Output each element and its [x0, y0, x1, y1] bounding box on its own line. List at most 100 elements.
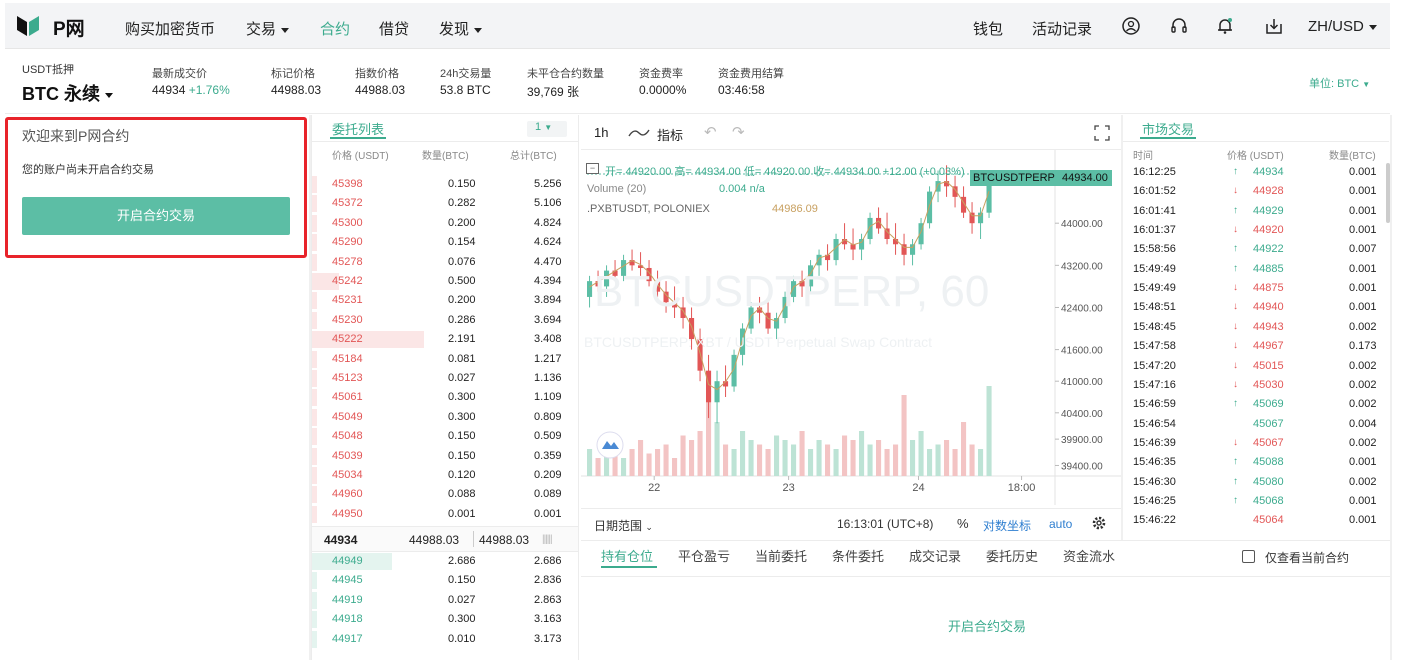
ask-depth-bar [312, 195, 317, 213]
settings-gear-icon[interactable] [1091, 515, 1107, 531]
fullscreen-icon[interactable] [1094, 125, 1110, 141]
bid-row[interactable]: 44919 0.027 2.863 [312, 591, 578, 610]
ask-row[interactable]: 45049 0.300 0.809 [312, 408, 578, 427]
unit-selector[interactable]: 单位: BTC ▼ [1309, 75, 1370, 91]
ask-row[interactable]: 44950 0.001 0.001 [312, 505, 578, 524]
open-futures-button[interactable]: 开启合约交易 [22, 197, 290, 235]
auto-scale-toggle[interactable]: auto [1049, 517, 1072, 531]
bid-depth-bar [312, 591, 317, 609]
logo-text[interactable]: P网 [53, 14, 85, 41]
indicators-button[interactable]: 指标 [657, 125, 683, 144]
ask-row[interactable]: 45061 0.300 1.109 [312, 388, 578, 407]
bid-row[interactable]: 44949 2.686 2.686 [312, 552, 578, 571]
volume-bar [978, 449, 984, 476]
tab-market-trades[interactable]: 市场交易 [1142, 119, 1194, 138]
volume-bar [884, 449, 890, 476]
nav-activity[interactable]: 活动记录 [1032, 18, 1092, 39]
redo-icon[interactable]: ↷ [732, 123, 745, 141]
ask-row[interactable]: 45034 0.120 0.209 [312, 466, 578, 485]
volume-bar [833, 449, 839, 476]
contract-selector[interactable]: BTC 永续 [22, 80, 113, 106]
tab-positions-6[interactable]: 资金流水 [1063, 546, 1115, 565]
language-currency-selector[interactable]: ZH/USD [1308, 18, 1377, 35]
tab-positions-0[interactable]: 持有仓位 [601, 546, 653, 565]
undo-icon[interactable]: ↶ [704, 123, 717, 141]
ask-row[interactable]: 45039 0.150 0.359 [312, 447, 578, 466]
bid-row[interactable]: 44917 0.010 3.173 [312, 630, 578, 649]
indicator-icon[interactable] [628, 127, 650, 139]
nav-buy-crypto[interactable]: 购买加密货币 [125, 18, 215, 39]
y-tick-label: 44000.00 [1061, 219, 1103, 230]
nav-futures[interactable]: 合约 [320, 18, 350, 39]
last-price-label: 最新成交价 [152, 68, 207, 80]
ask-row[interactable]: 45278 0.076 4.470 [312, 253, 578, 272]
log-scale-toggle[interactable]: 对数坐标 [983, 517, 1031, 534]
volume-bar [629, 449, 635, 476]
volume-bar [782, 440, 788, 476]
tab-orderbook[interactable]: 委托列表 [332, 119, 384, 138]
download-icon[interactable] [1264, 16, 1284, 36]
ask-row[interactable]: 45231 0.200 3.894 [312, 291, 578, 310]
ask-row[interactable]: 45372 0.282 5.106 [312, 194, 578, 213]
ask-total: 4.470 [534, 255, 562, 268]
bid-row[interactable]: 44945 0.150 2.836 [312, 571, 578, 590]
funding-rate-label: 资金费率 [639, 68, 683, 80]
ob-header-price: 价格 (USDT) [332, 151, 389, 162]
ask-qty: 0.150 [448, 178, 476, 190]
ask-row[interactable]: 45222 2.191 3.408 [312, 330, 578, 349]
trade-row: 15:46:39 ↓ 45067 0.002 [1123, 434, 1389, 453]
only-current-checkbox[interactable] [1242, 550, 1255, 563]
collapse-legend-icon[interactable]: − [586, 163, 599, 174]
ask-row[interactable]: 45184 0.081 1.217 [312, 350, 578, 369]
bell-icon[interactable] [1215, 16, 1235, 36]
bid-qty: 2.686 [448, 555, 476, 567]
ask-total: 4.824 [534, 216, 562, 229]
trade-row: 16:12:25 ↑ 44934 0.001 [1123, 163, 1389, 182]
tab-positions-4[interactable]: 成交记录 [909, 546, 961, 565]
ask-total: 5.106 [534, 197, 562, 210]
nav-wallet[interactable]: 钱包 [973, 18, 1003, 39]
trade-price: 45069 [1253, 398, 1284, 411]
ask-row[interactable]: 45398 0.150 5.256 [312, 175, 578, 194]
ask-row[interactable]: 44960 0.088 0.089 [312, 485, 578, 504]
nav-discover[interactable]: 发现 [439, 18, 483, 39]
ask-row[interactable]: 45290 0.154 4.624 [312, 233, 578, 252]
headset-icon[interactable] [1169, 16, 1189, 36]
trade-qty: 0.002 [1349, 378, 1377, 391]
tab-positions-2[interactable]: 当前委托 [755, 546, 807, 565]
trade-time: 16:01:52 [1133, 185, 1176, 198]
ask-row[interactable]: 45242 0.500 4.394 [312, 272, 578, 291]
volume-bar [587, 449, 593, 476]
tab-positions-3[interactable]: 条件委托 [832, 546, 884, 565]
tradingview-logo-icon[interactable] [596, 431, 624, 459]
bid-price: 44945 [332, 574, 363, 587]
logo-icon[interactable] [17, 14, 41, 38]
bid-row[interactable]: 44918 0.300 3.163 [312, 610, 578, 629]
interval-selector[interactable]: 1h [594, 125, 608, 140]
y-tick-label: 42400.00 [1061, 303, 1103, 314]
nav-trade[interactable]: 交易 [246, 18, 290, 39]
nav-lending[interactable]: 借贷 [379, 18, 409, 39]
ask-row[interactable]: 45230 0.286 3.694 [312, 311, 578, 330]
x-tick-label: 22 [648, 482, 660, 494]
ask-depth-bar [312, 370, 317, 387]
volume-label: 24h交易量 [440, 68, 492, 80]
bid-total: 3.163 [534, 613, 562, 626]
tab-positions-5[interactable]: 委托历史 [986, 546, 1038, 565]
open-futures-link[interactable]: 开启合约交易 [948, 616, 1026, 635]
depth-selector[interactable]: 1 ▼ [527, 121, 567, 137]
tab-positions-1[interactable]: 平仓盈亏 [678, 546, 730, 565]
ask-row[interactable]: 45300 0.200 4.824 [312, 214, 578, 233]
trade-time: 15:46:59 [1133, 398, 1176, 411]
trade-row: 15:48:45 ↓ 44943 0.002 [1123, 318, 1389, 337]
trade-price: 45067 [1253, 417, 1284, 430]
account-icon[interactable] [1121, 16, 1141, 36]
percent-toggle[interactable]: % [957, 516, 969, 531]
ask-depth-bar [312, 447, 317, 465]
trade-row: 16:01:37 ↓ 44920 0.001 [1123, 221, 1389, 240]
ohlc-legend: 开= 44920.00 高= 44934.00 低= 44920.00 收= 4… [605, 166, 965, 178]
ask-row[interactable]: 45123 0.027 1.136 [312, 369, 578, 388]
volume-bar [723, 444, 729, 476]
ask-row[interactable]: 45048 0.150 0.509 [312, 427, 578, 446]
date-range-selector[interactable]: 日期范围 ⌄ [594, 517, 653, 534]
